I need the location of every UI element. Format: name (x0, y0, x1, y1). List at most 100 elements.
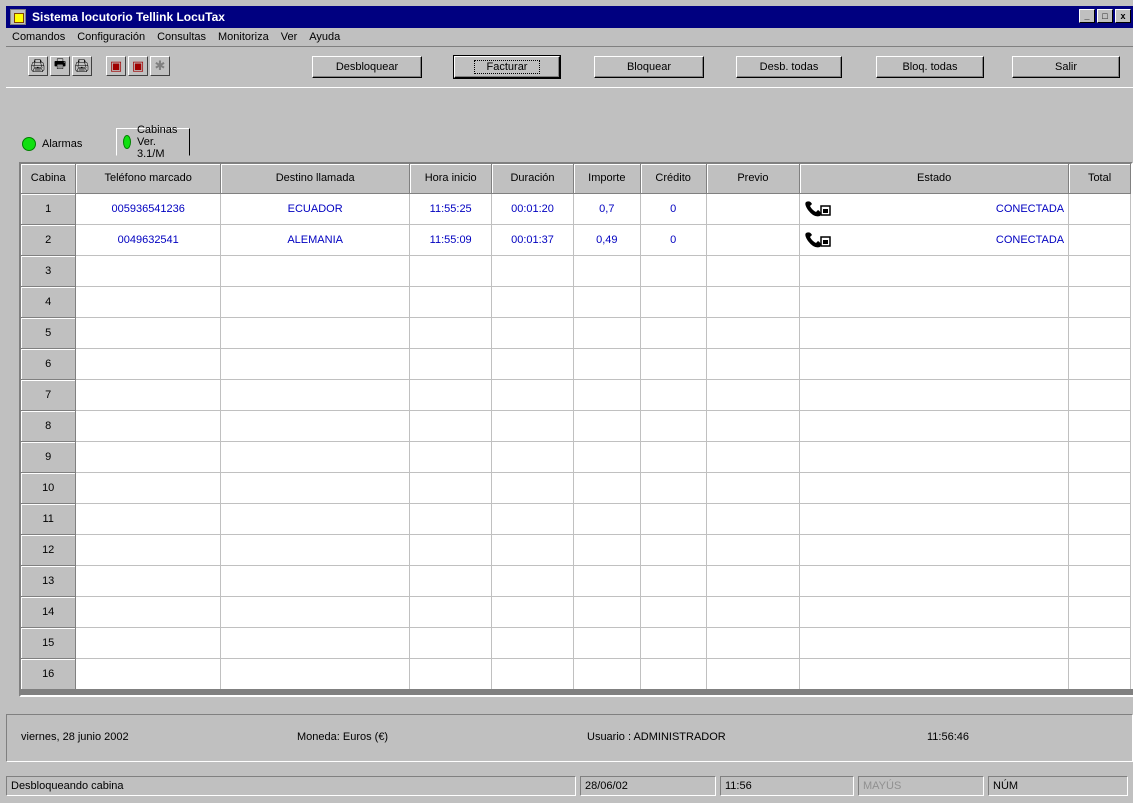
cell-duracion[interactable] (491, 317, 574, 349)
cell-cabina[interactable]: 10 (21, 472, 77, 504)
cell-estado[interactable] (799, 658, 1070, 690)
cell-duracion[interactable] (491, 441, 574, 473)
cell-total[interactable] (1068, 224, 1131, 256)
minimize-button[interactable]: _ (1079, 9, 1095, 23)
cell-telefono[interactable] (75, 534, 222, 566)
menu-monitoriza[interactable]: Monitoriza (212, 31, 275, 43)
cell-cabina[interactable]: 11 (21, 503, 77, 535)
cell-total[interactable] (1068, 596, 1131, 628)
cell-credito[interactable] (640, 565, 707, 597)
cell-telefono[interactable] (75, 503, 222, 535)
cell-telefono[interactable] (75, 379, 222, 411)
cell-previo[interactable] (706, 534, 801, 566)
cell-credito[interactable] (640, 596, 707, 628)
cell-hora[interactable]: 11:55:25 (409, 193, 493, 225)
table-row[interactable]: 10 (21, 472, 1131, 504)
table-row[interactable]: 2 0049632541 ALEMANIA 11:55:09 00:01:37 0,49 0… (21, 224, 1131, 256)
table-row[interactable]: 11 (21, 503, 1131, 535)
bloquear-button[interactable]: Bloquear (594, 56, 704, 78)
cell-destino[interactable] (220, 565, 411, 597)
cell-estado[interactable] (799, 503, 1070, 535)
cell-previo[interactable] (706, 596, 801, 628)
cell-previo[interactable] (706, 224, 801, 256)
cell-estado[interactable] (799, 286, 1070, 318)
menu-ver[interactable]: Ver (275, 31, 304, 43)
menu-consultas[interactable]: Consultas (151, 31, 212, 43)
print-icon[interactable]: 🖨 (28, 56, 48, 76)
table-row[interactable]: 4 (21, 286, 1131, 318)
cell-destino[interactable] (220, 286, 411, 318)
cell-telefono[interactable] (75, 317, 222, 349)
cell-estado[interactable]: CONECTADA (799, 224, 1070, 256)
menu-comandos[interactable]: Comandos (6, 31, 71, 43)
cell-duracion[interactable] (491, 658, 574, 690)
print-setup-icon[interactable]: 🖨 (72, 56, 92, 76)
cell-destino[interactable] (220, 534, 411, 566)
menu-configuracion[interactable]: Configuración (71, 31, 151, 43)
cell-estado[interactable] (799, 472, 1070, 504)
cell-credito[interactable] (640, 255, 707, 287)
table-row[interactable]: 7 (21, 379, 1131, 411)
cell-credito[interactable] (640, 410, 707, 442)
cell-cabina[interactable]: 13 (21, 565, 77, 597)
table-row[interactable]: 16 (21, 658, 1131, 690)
cell-cabina[interactable]: 5 (21, 317, 77, 349)
cell-destino[interactable] (220, 348, 411, 380)
cell-destino[interactable] (220, 255, 411, 287)
cell-credito[interactable] (640, 534, 707, 566)
cell-estado[interactable]: CONECTADA (799, 193, 1070, 225)
menu-ayuda[interactable]: Ayuda (303, 31, 346, 43)
cell-estado[interactable] (799, 596, 1070, 628)
salir-button[interactable]: Salir (1012, 56, 1120, 78)
cell-telefono[interactable]: 005936541236 (75, 193, 222, 225)
col-header-estado[interactable]: Estado (799, 164, 1070, 194)
cell-destino[interactable] (220, 410, 411, 442)
cell-credito[interactable]: 0 (640, 193, 707, 225)
cell-credito[interactable] (640, 658, 707, 690)
cell-importe[interactable] (573, 503, 641, 535)
cell-credito[interactable] (640, 441, 707, 473)
close-button[interactable]: x (1115, 9, 1131, 23)
cell-estado[interactable] (799, 441, 1070, 473)
cell-importe[interactable] (573, 596, 641, 628)
cell-destino[interactable]: ECUADOR (220, 193, 411, 225)
cell-previo[interactable] (706, 286, 801, 318)
cell-credito[interactable] (640, 348, 707, 380)
table-row[interactable]: 12 (21, 534, 1131, 566)
cell-importe[interactable] (573, 286, 641, 318)
cell-destino[interactable] (220, 658, 411, 690)
cell-hora[interactable] (409, 503, 493, 535)
cell-duracion[interactable] (491, 472, 574, 504)
cell-cabina[interactable]: 12 (21, 534, 77, 566)
col-header-destino[interactable]: Destino llamada (220, 164, 411, 194)
table-row[interactable]: 5 (21, 317, 1131, 349)
cell-cabina[interactable]: 2 (21, 224, 77, 256)
cell-credito[interactable] (640, 472, 707, 504)
cell-duracion[interactable] (491, 348, 574, 380)
cell-duracion[interactable] (491, 286, 574, 318)
col-header-previo[interactable]: Previo (706, 164, 801, 194)
cell-telefono[interactable] (75, 658, 222, 690)
booth-unlock-icon[interactable]: ▣ (128, 56, 148, 76)
cell-previo[interactable] (706, 317, 801, 349)
cell-importe[interactable] (573, 472, 641, 504)
cell-hora[interactable] (409, 565, 493, 597)
cell-hora[interactable] (409, 379, 493, 411)
cell-hora[interactable] (409, 441, 493, 473)
cell-destino[interactable] (220, 441, 411, 473)
cell-duracion[interactable] (491, 627, 574, 659)
cell-destino[interactable] (220, 503, 411, 535)
cell-total[interactable] (1068, 193, 1131, 225)
cell-credito[interactable] (640, 317, 707, 349)
cell-previo[interactable] (706, 472, 801, 504)
cell-estado[interactable] (799, 255, 1070, 287)
cell-estado[interactable] (799, 627, 1070, 659)
desbloquear-todas-button[interactable]: Desb. todas (736, 56, 842, 78)
cell-telefono[interactable] (75, 472, 222, 504)
table-row[interactable]: 8 (21, 410, 1131, 442)
cell-cabina[interactable]: 14 (21, 596, 77, 628)
col-header-telefono[interactable]: Teléfono marcado (75, 164, 222, 194)
cell-importe[interactable]: 0,49 (573, 224, 641, 256)
cell-destino[interactable] (220, 596, 411, 628)
cell-previo[interactable] (706, 379, 801, 411)
